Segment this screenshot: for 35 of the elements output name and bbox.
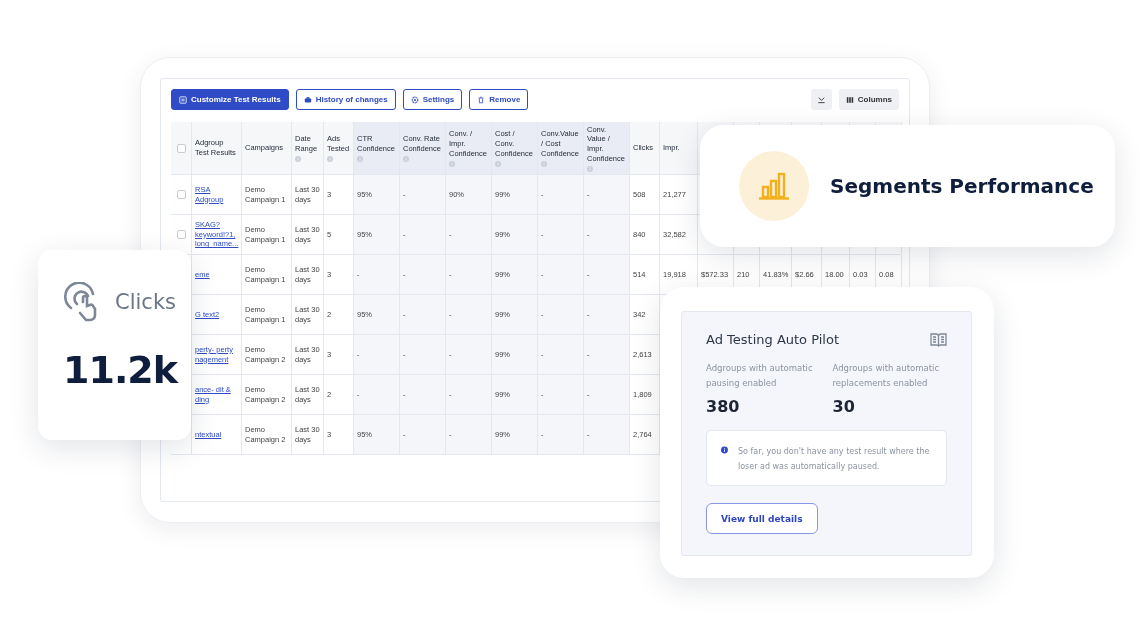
columns-icon [845, 95, 854, 104]
checkbox[interactable] [176, 190, 186, 199]
book-icon[interactable] [930, 332, 947, 347]
trash-icon [477, 95, 486, 104]
toolbar-button[interactable]: Customize Test Results [171, 89, 289, 110]
info-icon [295, 155, 301, 162]
info-icon [721, 444, 728, 456]
bar-chart-icon [758, 172, 790, 200]
download-icon [816, 95, 826, 104]
info-message: So far, you don't have any test result where the loser ad was automatically paused. [737, 446, 931, 473]
stat-value: 380 [706, 397, 741, 416]
download-button[interactable] [810, 89, 832, 110]
columns-button[interactable]: Columns [838, 89, 899, 110]
toolbar-button[interactable]: Remove [469, 89, 529, 110]
checkbox[interactable] [176, 143, 186, 153]
metric-value: 11.2k [63, 348, 180, 392]
info-icon [587, 165, 593, 172]
info-icon [357, 155, 363, 162]
info-icon [495, 160, 501, 167]
stat-label: Adgroups with automatic replacements enabled [832, 362, 941, 390]
stat-label: Adgroups with automatic pausing enabled [706, 362, 814, 390]
info-icon [541, 160, 547, 167]
info-icon [403, 155, 409, 162]
toolbar-button[interactable]: History of changes [295, 89, 396, 110]
info-icon [449, 160, 455, 167]
view-details-button[interactable]: View full details [706, 503, 818, 534]
info-icon [327, 155, 333, 162]
metric-label: Clicks [115, 290, 176, 314]
card-title: Segments Performance [830, 174, 1094, 198]
stat-value: 30 [832, 397, 856, 416]
table-icon [179, 95, 187, 104]
settings-icon [410, 95, 419, 104]
checkbox[interactable] [176, 230, 186, 239]
toolbar-button[interactable]: Settings [402, 89, 463, 110]
card-title: Ad Testing Auto Pilot [706, 332, 840, 347]
